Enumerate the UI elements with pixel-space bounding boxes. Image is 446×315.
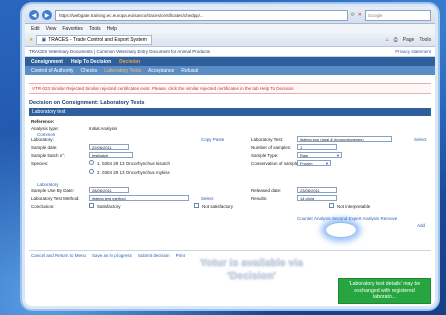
sample-batch-field[interactable]: testbatch [89, 152, 133, 158]
laboratory-test-form: Reference: Analysis type: Initial Analys… [29, 116, 431, 266]
back-icon[interactable]: ◀ [29, 10, 39, 20]
number-samples-label: Number of samples: [251, 145, 292, 150]
select-test-method-link[interactable]: Select [201, 196, 214, 201]
refresh-icon[interactable]: ⟳ [351, 12, 355, 18]
conclusion-not-satisfactory-label: Not satisfactory [202, 204, 234, 209]
conservation-select[interactable]: Frozen ▼ [297, 160, 331, 166]
watermark-line-1: Yotur is available via [200, 257, 304, 269]
laboratory-test-label: Laboratory Test: [251, 137, 284, 142]
laboratory-section-label: Laboratory [37, 182, 59, 187]
save-progress-link[interactable]: Save as in progress [92, 253, 132, 258]
page-title: Decision on Consignment: Laboratory Test… [29, 100, 145, 106]
app-header: TRACES Veterinary Documents | Common Vet… [25, 47, 435, 57]
copy-paste-links[interactable]: Copy Paste [201, 137, 224, 142]
subnav-control-authority[interactable]: Control of Authority [31, 68, 74, 74]
laboratory-test-field[interactable]: listeria spp (anal & monocytogenes) [297, 136, 392, 142]
print-icon[interactable]: ⎙ [394, 37, 398, 43]
sample-date-label: Sample date: [31, 145, 58, 150]
print-link[interactable]: Print [176, 253, 185, 258]
submit-decision-link[interactable]: Submit decision [138, 253, 170, 258]
home-icon[interactable]: ⌂ [386, 37, 389, 43]
menu-edit[interactable]: Edit [31, 26, 40, 32]
select-laboratory-test-link[interactable]: Select [414, 137, 427, 142]
released-date-field[interactable]: 23/06/2011 [297, 187, 337, 193]
conclusion-satisfactory-label: Satisfactory [97, 204, 121, 209]
menu-favorites[interactable]: Favorites [62, 26, 83, 32]
sample-type-select[interactable]: Raw ▼ [297, 152, 342, 158]
subnav-acceptance[interactable]: Acceptance [148, 68, 174, 74]
conclusion-not-interpretable-label: Not interpretable [337, 204, 371, 209]
test-method-label: Laboratory Test Method: [31, 196, 80, 201]
tab-title: TRACES - Trade Control and Export System [48, 36, 147, 43]
analysis-links[interactable]: Counter Analysis Second Expert Analysis … [297, 216, 397, 221]
references-label: Reference: [31, 119, 55, 124]
species-option-2: 2. 0304 29 13 Oncorhynchus mykiss [97, 170, 170, 175]
watermark-line-2: 'Decision' [227, 270, 276, 282]
sample-type-value: Raw [300, 152, 309, 158]
sub-navigation: Control of Authority Checks Laboratory T… [25, 66, 435, 75]
conclusion-satisfactory-checkbox[interactable] [89, 203, 94, 208]
address-bar: ◀ ▶ https://webgate.training.ec.europa.e… [25, 7, 435, 24]
tools-menu[interactable]: Tools [419, 37, 431, 43]
panel-header: Laboratory test [29, 108, 431, 116]
released-date-label: Released date: [251, 188, 282, 193]
conservation-label: Conservation of sample: [251, 161, 300, 166]
subnav-checks[interactable]: Checks [81, 68, 98, 74]
nav-consignment[interactable]: Consignment [31, 59, 63, 65]
species-option-1: 1. 0304 29 13 Oncorhynchus kisutch [97, 161, 171, 166]
sample-date-field[interactable]: 22/06/2011 [89, 144, 129, 150]
privacy-link[interactable]: Privacy statement [395, 49, 431, 54]
results-label: Results: [251, 196, 268, 201]
nav-decision[interactable]: Decision [119, 59, 140, 65]
breadcrumb: TRACES Veterinary Documents | Common Vet… [29, 49, 210, 54]
results-field[interactable]: 14 cfu/g [297, 195, 337, 201]
search-input[interactable]: Google [365, 9, 431, 21]
cancel-return-link[interactable]: Cancel and Return to Menu [31, 253, 86, 258]
add-link[interactable]: Add [417, 223, 425, 228]
browser-window: ◀ ▶ https://webgate.training.ec.europa.e… [22, 4, 438, 309]
chevron-down-icon: ▼ [325, 160, 329, 166]
species-radio-2[interactable] [89, 169, 94, 174]
sample-use-field[interactable]: 28/06/2011 [89, 187, 129, 193]
analysis-type-value: Initial Analysis [89, 126, 118, 131]
callout-note: 'Laboratory test details' may be exchang… [338, 278, 431, 304]
species-radio-1[interactable] [89, 160, 94, 165]
favorites-star-icon[interactable]: ★ [29, 37, 33, 43]
nav-help-to-decision[interactable]: Help To Decision [71, 59, 111, 65]
subnav-laboratory-tests[interactable]: Laboratory Tests [104, 68, 141, 74]
page-favicon-icon: ▣ [41, 36, 47, 43]
menu-bar: Edit View Favorites Tools Help [25, 24, 435, 33]
conclusion-label: Conclusion: [31, 204, 55, 209]
test-method-field[interactable]: listeria test method [89, 195, 189, 201]
menu-view[interactable]: View [46, 26, 57, 32]
sample-batch-label: Sample batch n°: [31, 153, 66, 158]
number-samples-field[interactable]: 1 [297, 144, 337, 150]
conservation-value: Frozen [300, 160, 313, 166]
tab-bar: ★ ▣ TRACES - Trade Control and Export Sy… [25, 33, 435, 47]
watermark-caption: Yotur is available via 'Decision' [200, 257, 303, 283]
laboratory-label: Laboratory: [31, 137, 54, 142]
forward-icon[interactable]: ▶ [42, 10, 52, 20]
toolbar-tools: ⌂ ⎙ Page Tools [386, 37, 431, 43]
sample-type-label: Sample Type: [251, 153, 279, 158]
browser-tab[interactable]: ▣ TRACES - Trade Control and Export Syst… [36, 34, 152, 45]
conclusion-not-satisfactory-checkbox[interactable] [194, 203, 199, 208]
analysis-type-label: Analysis type: [31, 126, 59, 131]
url-field[interactable]: https://webgate.training.ec.europa.eu/sa… [55, 9, 348, 21]
alert-message: VTR-023 Similar Rejected Similar rejecte… [29, 83, 431, 94]
menu-tools[interactable]: Tools [89, 26, 101, 32]
page-menu[interactable]: Page [403, 37, 415, 43]
stop-icon[interactable]: ✕ [358, 12, 362, 18]
top-navigation: Consignment Help To Decision Decision [25, 57, 435, 66]
conclusion-not-interpretable-checkbox[interactable] [329, 203, 334, 208]
sample-use-label: Sample Use By Date: [31, 188, 75, 193]
subnav-refusal[interactable]: Refusal [181, 68, 198, 74]
chevron-down-icon: ▼ [336, 152, 340, 158]
species-label: Species: [31, 161, 49, 166]
menu-help[interactable]: Help [107, 26, 117, 32]
